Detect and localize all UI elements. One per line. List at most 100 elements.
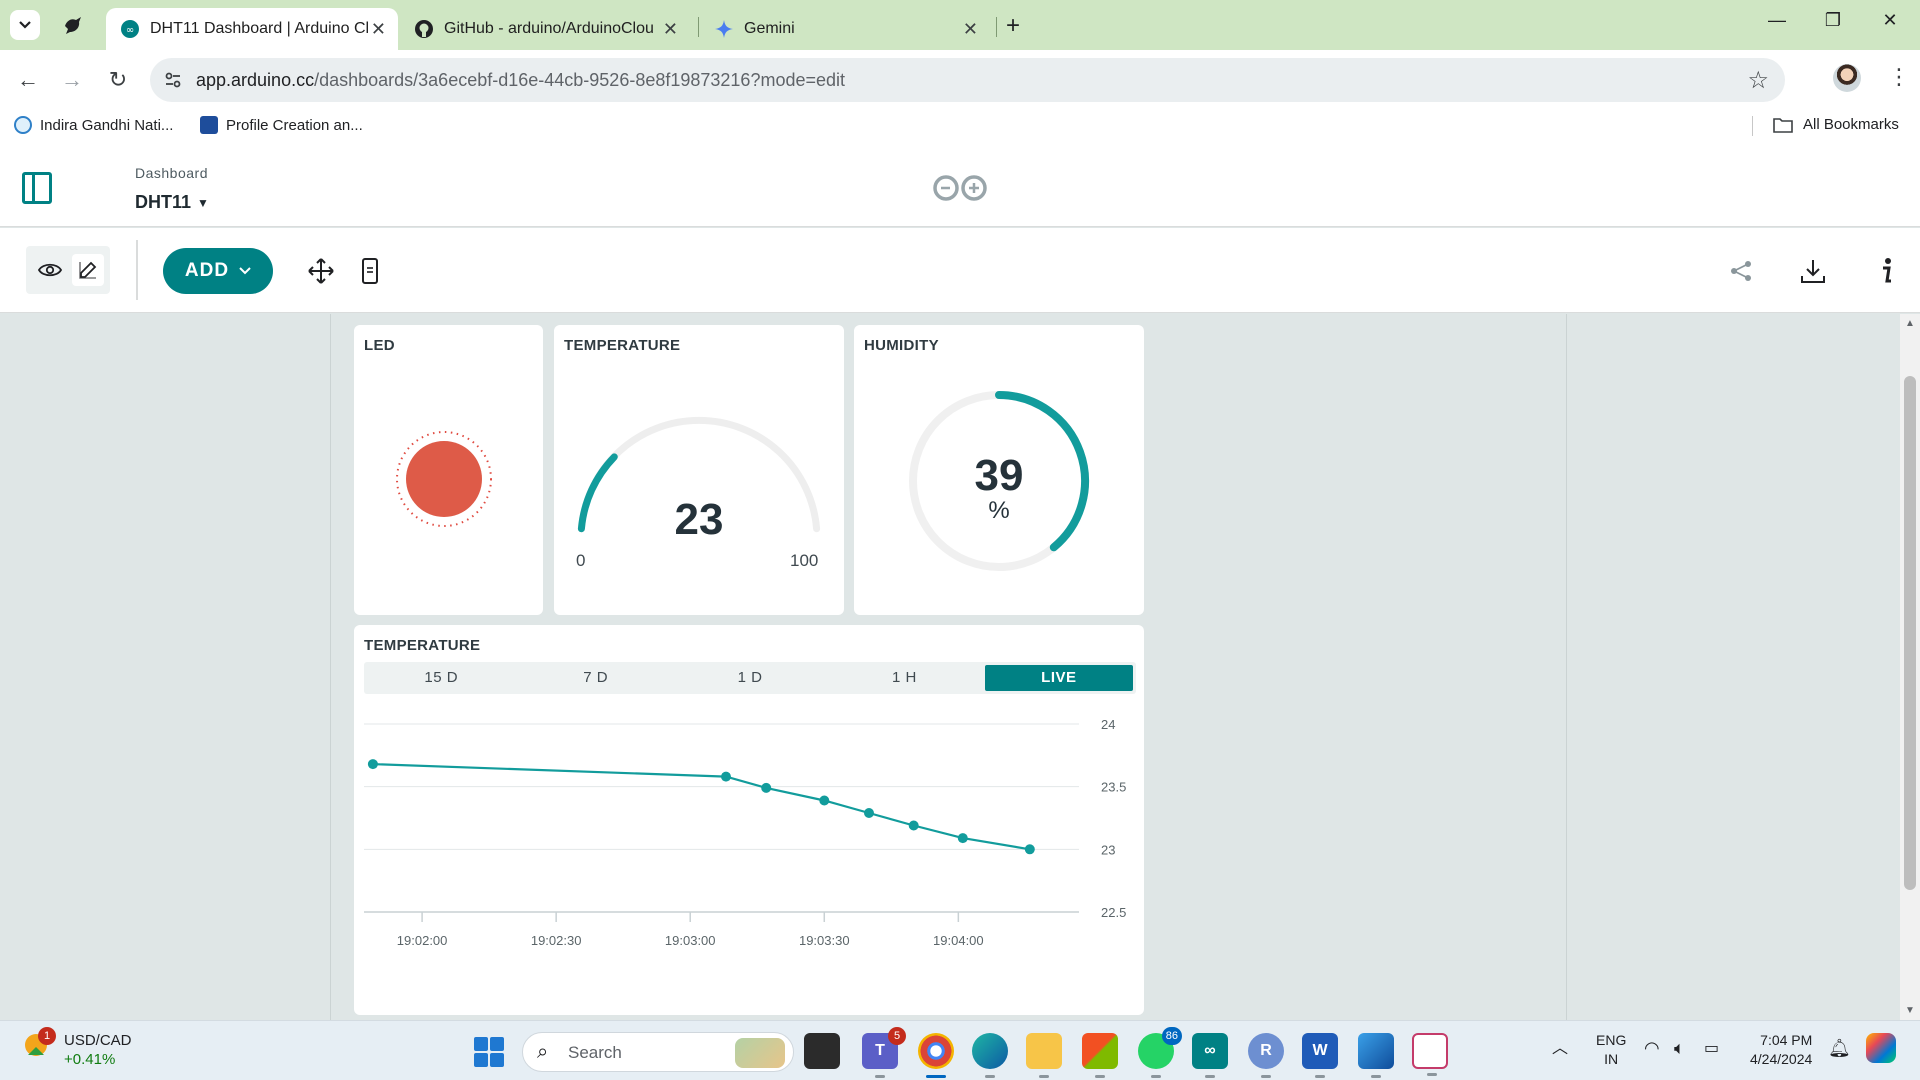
notification-badge: 1 xyxy=(38,1027,56,1045)
close-window-icon[interactable]: ✕ xyxy=(1875,10,1905,31)
data-point xyxy=(761,782,772,793)
edit-mode-button[interactable] xyxy=(72,254,104,286)
whatsapp-app-icon[interactable]: 86 xyxy=(1138,1027,1182,1078)
temperature-gauge-widget[interactable]: TEMPERATURE 23 0 100 xyxy=(554,325,844,615)
page-scrollbar[interactable]: ▲ ▼ xyxy=(1900,314,1920,1020)
address-bar[interactable]: app.arduino.cc/dashboards/3a6ecebf-d16e-… xyxy=(150,58,1785,102)
tab-dht11-dashboard[interactable]: ∞ DHT11 Dashboard | Arduino Cl ✕ xyxy=(106,8,398,50)
bird-extension-icon xyxy=(65,17,81,34)
store-app-icon[interactable] xyxy=(1082,1033,1118,1078)
page-title: DHT11 xyxy=(135,192,192,212)
browser-menu-icon[interactable]: ⋮ xyxy=(1888,64,1910,90)
tab-close-icon[interactable]: ✕ xyxy=(663,19,678,40)
data-point xyxy=(367,759,378,770)
restore-icon[interactable]: ❐ xyxy=(1818,10,1848,31)
site-info-icon[interactable] xyxy=(160,67,186,93)
bookmark-item[interactable]: Profile Creation an... xyxy=(200,116,363,134)
currency-icon: 1 xyxy=(22,1027,56,1059)
bookmark-separator xyxy=(1752,116,1753,136)
scroll-down-icon[interactable]: ▼ xyxy=(1905,1005,1915,1016)
notifications-bell-icon[interactable]: 🔔︎ xyxy=(1828,1039,1851,1058)
all-bookmarks-button[interactable]: All Bookmarks xyxy=(1773,116,1899,133)
tab-title: Gemini xyxy=(744,20,795,37)
scroll-up-icon[interactable]: ▲ xyxy=(1905,318,1915,329)
arduino-ide-icon[interactable]: ∞ xyxy=(1192,1033,1228,1078)
clock-date: 4/24/2024 xyxy=(1750,1051,1813,1067)
dashboard-selector[interactable]: DHT11 ▼ xyxy=(135,192,209,213)
tab-close-icon[interactable]: ✕ xyxy=(963,19,978,40)
y-tick-label: 22.5 xyxy=(1101,905,1126,920)
sidebar-toggle-icon[interactable] xyxy=(22,172,52,204)
language-indicator[interactable]: ENG IN xyxy=(1596,1031,1626,1069)
start-button-icon[interactable] xyxy=(474,1037,504,1067)
bookmark-item[interactable]: Indira Gandhi Nati... xyxy=(14,116,173,134)
tab-close-icon[interactable]: ✕ xyxy=(371,19,386,40)
widget-title: LED xyxy=(364,337,395,354)
chevron-down-icon xyxy=(239,267,251,275)
x-tick-label: 19:03:30 xyxy=(799,933,850,948)
clock[interactable]: 7:04 PM 4/24/2024 xyxy=(1750,1031,1812,1069)
browser-toolbar: ← → ↻ app.arduino.cc/dashboards/3a6ecebf… xyxy=(0,50,1920,110)
breadcrumb: Dashboard xyxy=(135,165,208,181)
minimize-icon[interactable]: — xyxy=(1762,10,1792,31)
bookmark-label: Indira Gandhi Nati... xyxy=(40,116,174,134)
download-icon xyxy=(1801,260,1825,283)
share-button[interactable] xyxy=(1726,256,1756,286)
bookmark-star-icon[interactable]: ☆ xyxy=(1747,66,1769,95)
chrome-app-icon[interactable] xyxy=(918,1033,954,1078)
teams-app-icon[interactable]: T5 xyxy=(862,1027,906,1078)
photos-app-icon[interactable] xyxy=(1358,1033,1394,1078)
url-text[interactable]: app.arduino.cc/dashboards/3a6ecebf-d16e-… xyxy=(196,70,845,91)
data-point xyxy=(908,820,919,831)
tab-github[interactable]: GitHub - arduino/ArduinoClou ✕ xyxy=(400,8,690,50)
gauge-value: 23 xyxy=(674,495,724,544)
mobile-view-button[interactable] xyxy=(355,256,385,286)
edge-app-icon[interactable] xyxy=(972,1033,1008,1078)
info-button[interactable] xyxy=(1872,256,1902,286)
humidity-widget[interactable]: HUMIDITY 39 % xyxy=(854,325,1144,615)
volume-icon[interactable]: 🔈︎ xyxy=(1674,1039,1685,1058)
download-button[interactable] xyxy=(1798,256,1828,286)
show-hidden-icons[interactable]: ︿ xyxy=(1552,1039,1568,1058)
svg-text:∞: ∞ xyxy=(126,25,134,36)
r-app-icon[interactable]: R xyxy=(1248,1033,1284,1078)
dashboard-toolbar: ADD xyxy=(0,228,1920,313)
profile-avatar[interactable] xyxy=(1833,64,1861,92)
wifi-icon[interactable]: ◠ xyxy=(1644,1039,1660,1058)
search-highlight-image xyxy=(735,1038,785,1068)
battery-icon[interactable]: ▭ xyxy=(1704,1039,1719,1058)
scrollbar-thumb[interactable] xyxy=(1904,376,1916,890)
arrange-widgets-button[interactable] xyxy=(306,256,336,286)
copilot-icon[interactable] xyxy=(1866,1033,1896,1063)
eye-icon xyxy=(38,263,62,277)
market-widget[interactable]: 1 USD/CAD +0.41% xyxy=(22,1027,132,1069)
x-tick-label: 19:03:00 xyxy=(665,933,716,948)
arduino-logo-icon xyxy=(933,175,987,201)
data-point xyxy=(721,771,731,782)
led-widget[interactable]: LED xyxy=(354,325,543,615)
app-header: Dashboard DHT11 ▼ xyxy=(0,142,1920,227)
word-app-icon[interactable]: W xyxy=(1302,1033,1338,1078)
led-indicator xyxy=(396,431,492,527)
tab-gemini[interactable]: Gemini ✕ xyxy=(700,8,990,50)
taskbar-search[interactable]: ⌕ Search xyxy=(522,1032,794,1072)
view-mode-button[interactable] xyxy=(34,254,66,286)
caret-down-icon: ▼ xyxy=(197,195,209,210)
dashboard-canvas: LED TEMPERATURE 23 0 100 HUMIDITY 39 % T… xyxy=(0,314,1900,1020)
pencil-icon xyxy=(79,261,97,279)
add-widget-button[interactable]: ADD xyxy=(163,248,273,294)
back-icon[interactable]: ← xyxy=(14,66,42,94)
new-tab-button[interactable]: + xyxy=(1006,12,1020,40)
task-view-icon[interactable] xyxy=(804,1033,840,1069)
mode-switch xyxy=(26,246,110,294)
file-explorer-icon[interactable] xyxy=(1026,1033,1062,1078)
forward-icon[interactable]: → xyxy=(58,66,86,94)
gemini-icon xyxy=(715,20,733,38)
reload-icon[interactable]: ↻ xyxy=(104,66,132,94)
search-icon: ⌕ xyxy=(537,1041,549,1063)
snipping-tool-icon[interactable] xyxy=(1412,1033,1448,1076)
tab-search-button[interactable] xyxy=(10,10,40,40)
extension-icon[interactable] xyxy=(60,12,86,38)
temperature-chart-widget[interactable]: TEMPERATURE 15 D 7 D 1 D 1 H LIVE 24 23.5… xyxy=(354,625,1144,1015)
toolbar-divider xyxy=(136,240,138,300)
